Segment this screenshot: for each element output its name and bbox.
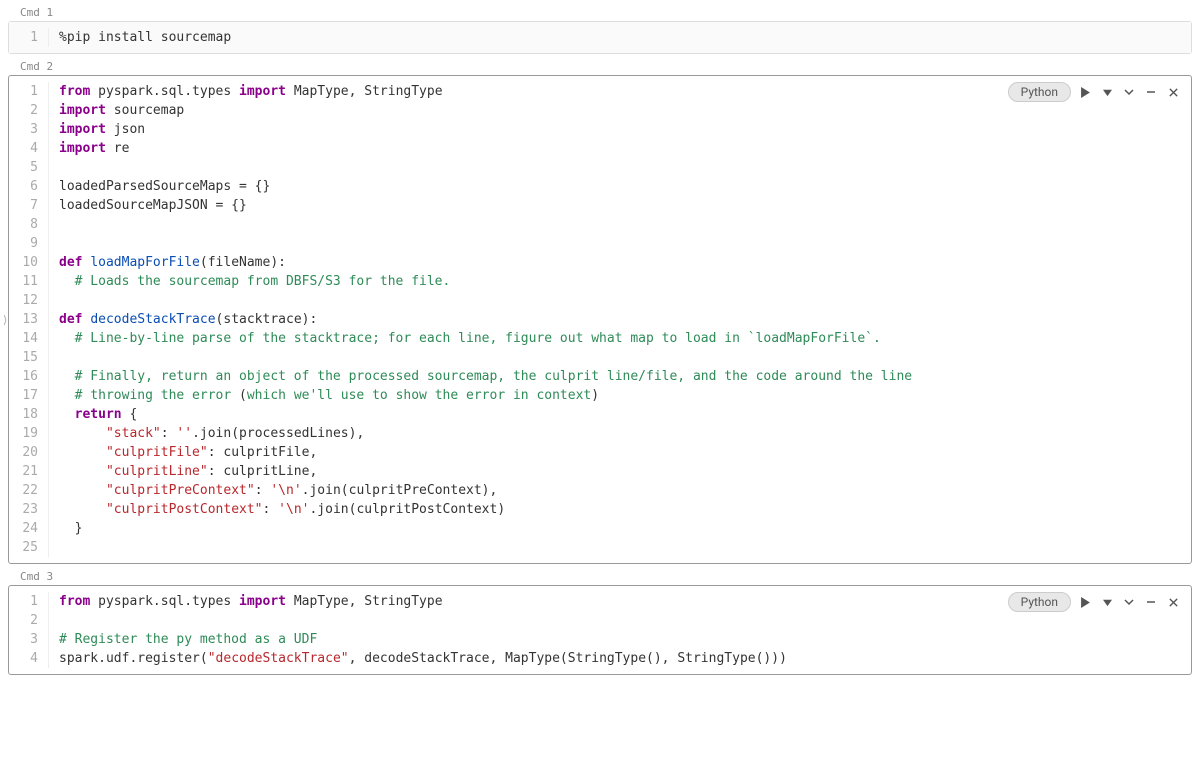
language-badge[interactable]: Python bbox=[1008, 82, 1071, 102]
line-number: 11 bbox=[9, 272, 42, 291]
code-line[interactable]: def decodeStackTrace(stacktrace): bbox=[59, 310, 1191, 329]
code-line[interactable]: %pip install sourcemap bbox=[59, 28, 1191, 47]
line-number: 13 bbox=[9, 310, 42, 329]
line-number: 2 bbox=[9, 101, 42, 120]
code-content[interactable]: %pip install sourcemap bbox=[49, 28, 1191, 47]
line-number: 15 bbox=[9, 348, 42, 367]
line-number: 25 bbox=[9, 538, 42, 557]
code-line[interactable] bbox=[59, 158, 1191, 177]
line-number: 19 bbox=[9, 424, 42, 443]
code-line[interactable]: # Loads the sourcemap from DBFS/S3 for t… bbox=[59, 272, 1191, 291]
code-line[interactable]: loadedSourceMapJSON = {} bbox=[59, 196, 1191, 215]
code-line[interactable] bbox=[59, 215, 1191, 234]
code-line[interactable]: "culpritFile": culpritFile, bbox=[59, 443, 1191, 462]
code-line[interactable] bbox=[59, 538, 1191, 557]
cell-label: Cmd 2 bbox=[8, 58, 1192, 75]
code-line[interactable]: "stack": ''.join(processedLines), bbox=[59, 424, 1191, 443]
code-line[interactable]: # Register the py method as a UDF bbox=[59, 630, 1191, 649]
cell-wrapper: Cmd 2Python⟩1234567891011121314151617181… bbox=[8, 58, 1192, 564]
line-number: 10 bbox=[9, 253, 42, 272]
line-number: 17 bbox=[9, 386, 42, 405]
code-content[interactable]: from pyspark.sql.types import MapType, S… bbox=[49, 82, 1191, 557]
code-line[interactable] bbox=[59, 234, 1191, 253]
line-number: 22 bbox=[9, 481, 42, 500]
line-number: 1 bbox=[9, 28, 42, 47]
dropdown-icon[interactable] bbox=[1099, 84, 1115, 100]
code-line[interactable]: def loadMapForFile(fileName): bbox=[59, 253, 1191, 272]
line-number: 1 bbox=[9, 592, 42, 611]
drag-handle-icon[interactable]: ⟩ bbox=[3, 313, 7, 326]
code-line[interactable]: import sourcemap bbox=[59, 101, 1191, 120]
code-area[interactable]: 1 %pip install sourcemap bbox=[9, 22, 1191, 53]
line-number: 2 bbox=[9, 611, 42, 630]
code-line[interactable]: "culpritPreContext": '\n'.join(culpritPr… bbox=[59, 481, 1191, 500]
code-line[interactable]: spark.udf.register("decodeStackTrace", d… bbox=[59, 649, 1191, 668]
line-number: 20 bbox=[9, 443, 42, 462]
code-line[interactable]: # throwing the error (which we'll use to… bbox=[59, 386, 1191, 405]
line-gutter: 1234567891011121314151617181920212223242… bbox=[9, 82, 49, 557]
minimize-icon[interactable] bbox=[1143, 594, 1159, 610]
line-number: 23 bbox=[9, 500, 42, 519]
line-number: 12 bbox=[9, 291, 42, 310]
language-badge[interactable]: Python bbox=[1008, 592, 1071, 612]
code-line[interactable] bbox=[59, 291, 1191, 310]
line-number: 16 bbox=[9, 367, 42, 386]
cell-label: Cmd 3 bbox=[8, 568, 1192, 585]
run-icon[interactable] bbox=[1077, 84, 1093, 100]
dropdown-icon[interactable] bbox=[1099, 594, 1115, 610]
cell-toolbar: Python bbox=[1008, 592, 1181, 612]
line-number: 1 bbox=[9, 82, 42, 101]
line-gutter: 1 bbox=[9, 28, 49, 47]
notebook-cell[interactable]: 1 %pip install sourcemap bbox=[8, 21, 1192, 54]
line-number: 3 bbox=[9, 630, 42, 649]
cell-wrapper: Cmd 3Python1234from pyspark.sql.types im… bbox=[8, 568, 1192, 675]
line-number: 21 bbox=[9, 462, 42, 481]
code-area[interactable]: 1234567891011121314151617181920212223242… bbox=[9, 76, 1191, 563]
line-number: 6 bbox=[9, 177, 42, 196]
line-number: 4 bbox=[9, 649, 42, 668]
line-gutter: 1234 bbox=[9, 592, 49, 668]
cell-toolbar: Python bbox=[1008, 82, 1181, 102]
run-icon[interactable] bbox=[1077, 594, 1093, 610]
chevron-down-icon[interactable] bbox=[1121, 84, 1137, 100]
code-line[interactable]: return { bbox=[59, 405, 1191, 424]
line-number: 5 bbox=[9, 158, 42, 177]
close-icon[interactable] bbox=[1165, 84, 1181, 100]
code-line[interactable] bbox=[59, 348, 1191, 367]
line-number: 7 bbox=[9, 196, 42, 215]
close-icon[interactable] bbox=[1165, 594, 1181, 610]
cell-wrapper: Cmd 1 1 %pip install sourcemap bbox=[8, 4, 1192, 54]
line-number: 24 bbox=[9, 519, 42, 538]
line-number: 3 bbox=[9, 120, 42, 139]
minimize-icon[interactable] bbox=[1143, 84, 1159, 100]
code-line[interactable]: # Finally, return an object of the proce… bbox=[59, 367, 1191, 386]
line-number: 4 bbox=[9, 139, 42, 158]
line-number: 9 bbox=[9, 234, 42, 253]
code-line[interactable]: "culpritLine": culpritLine, bbox=[59, 462, 1191, 481]
line-number: 18 bbox=[9, 405, 42, 424]
notebook-cell[interactable]: Python1234from pyspark.sql.types import … bbox=[8, 585, 1192, 675]
chevron-down-icon[interactable] bbox=[1121, 594, 1137, 610]
cell-label: Cmd 1 bbox=[8, 4, 1192, 21]
code-line[interactable] bbox=[59, 611, 1191, 630]
line-number: 8 bbox=[9, 215, 42, 234]
code-line[interactable]: } bbox=[59, 519, 1191, 538]
code-line[interactable]: "culpritPostContext": '\n'.join(culpritP… bbox=[59, 500, 1191, 519]
code-line[interactable]: loadedParsedSourceMaps = {} bbox=[59, 177, 1191, 196]
line-number: 14 bbox=[9, 329, 42, 348]
code-line[interactable]: import re bbox=[59, 139, 1191, 158]
code-line[interactable]: # Line-by-line parse of the stacktrace; … bbox=[59, 329, 1191, 348]
notebook-cell[interactable]: Python⟩123456789101112131415161718192021… bbox=[8, 75, 1192, 564]
code-line[interactable]: import json bbox=[59, 120, 1191, 139]
